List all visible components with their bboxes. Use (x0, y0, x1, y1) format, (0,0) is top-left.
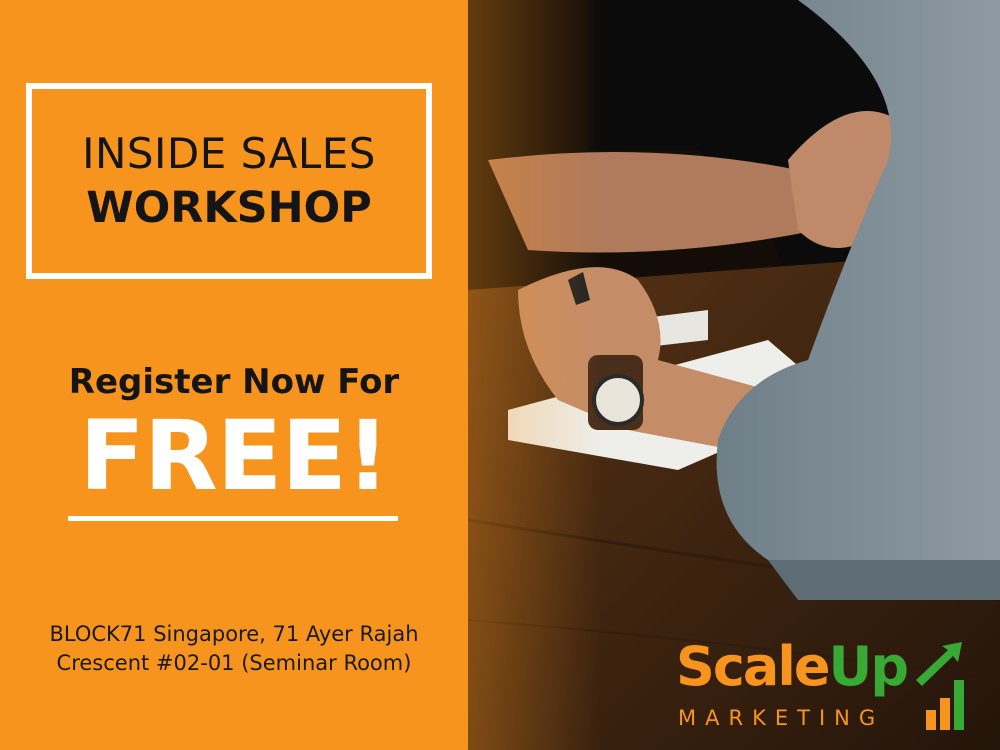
orange-panel: INSIDE SALES WORKSHOP Register Now For F… (0, 0, 468, 750)
logo-sub: MARKETING (678, 706, 885, 730)
address: BLOCK71 Singapore, 71 Ayer Rajah Crescen… (0, 620, 468, 678)
scaleup-logo: ScaleUp MARKETING (676, 640, 976, 740)
title-box: INSIDE SALES WORKSHOP (26, 83, 432, 279)
address-line-2: Crescent #02-01 (Seminar Room) (56, 651, 412, 675)
free-underline (68, 516, 398, 521)
logo-scale: Scale (676, 635, 830, 698)
title-line-1: INSIDE SALES (82, 129, 376, 178)
logo-up: Up (828, 635, 909, 698)
logo-word: ScaleUp (676, 640, 909, 694)
growth-bars-icon (916, 642, 964, 730)
free-text: FREE! (79, 400, 389, 512)
register-text: Register Now For (68, 362, 400, 402)
address-line-1: BLOCK71 Singapore, 71 Ayer Rajah (49, 622, 419, 646)
title-line-2: WORKSHOP (86, 183, 372, 233)
